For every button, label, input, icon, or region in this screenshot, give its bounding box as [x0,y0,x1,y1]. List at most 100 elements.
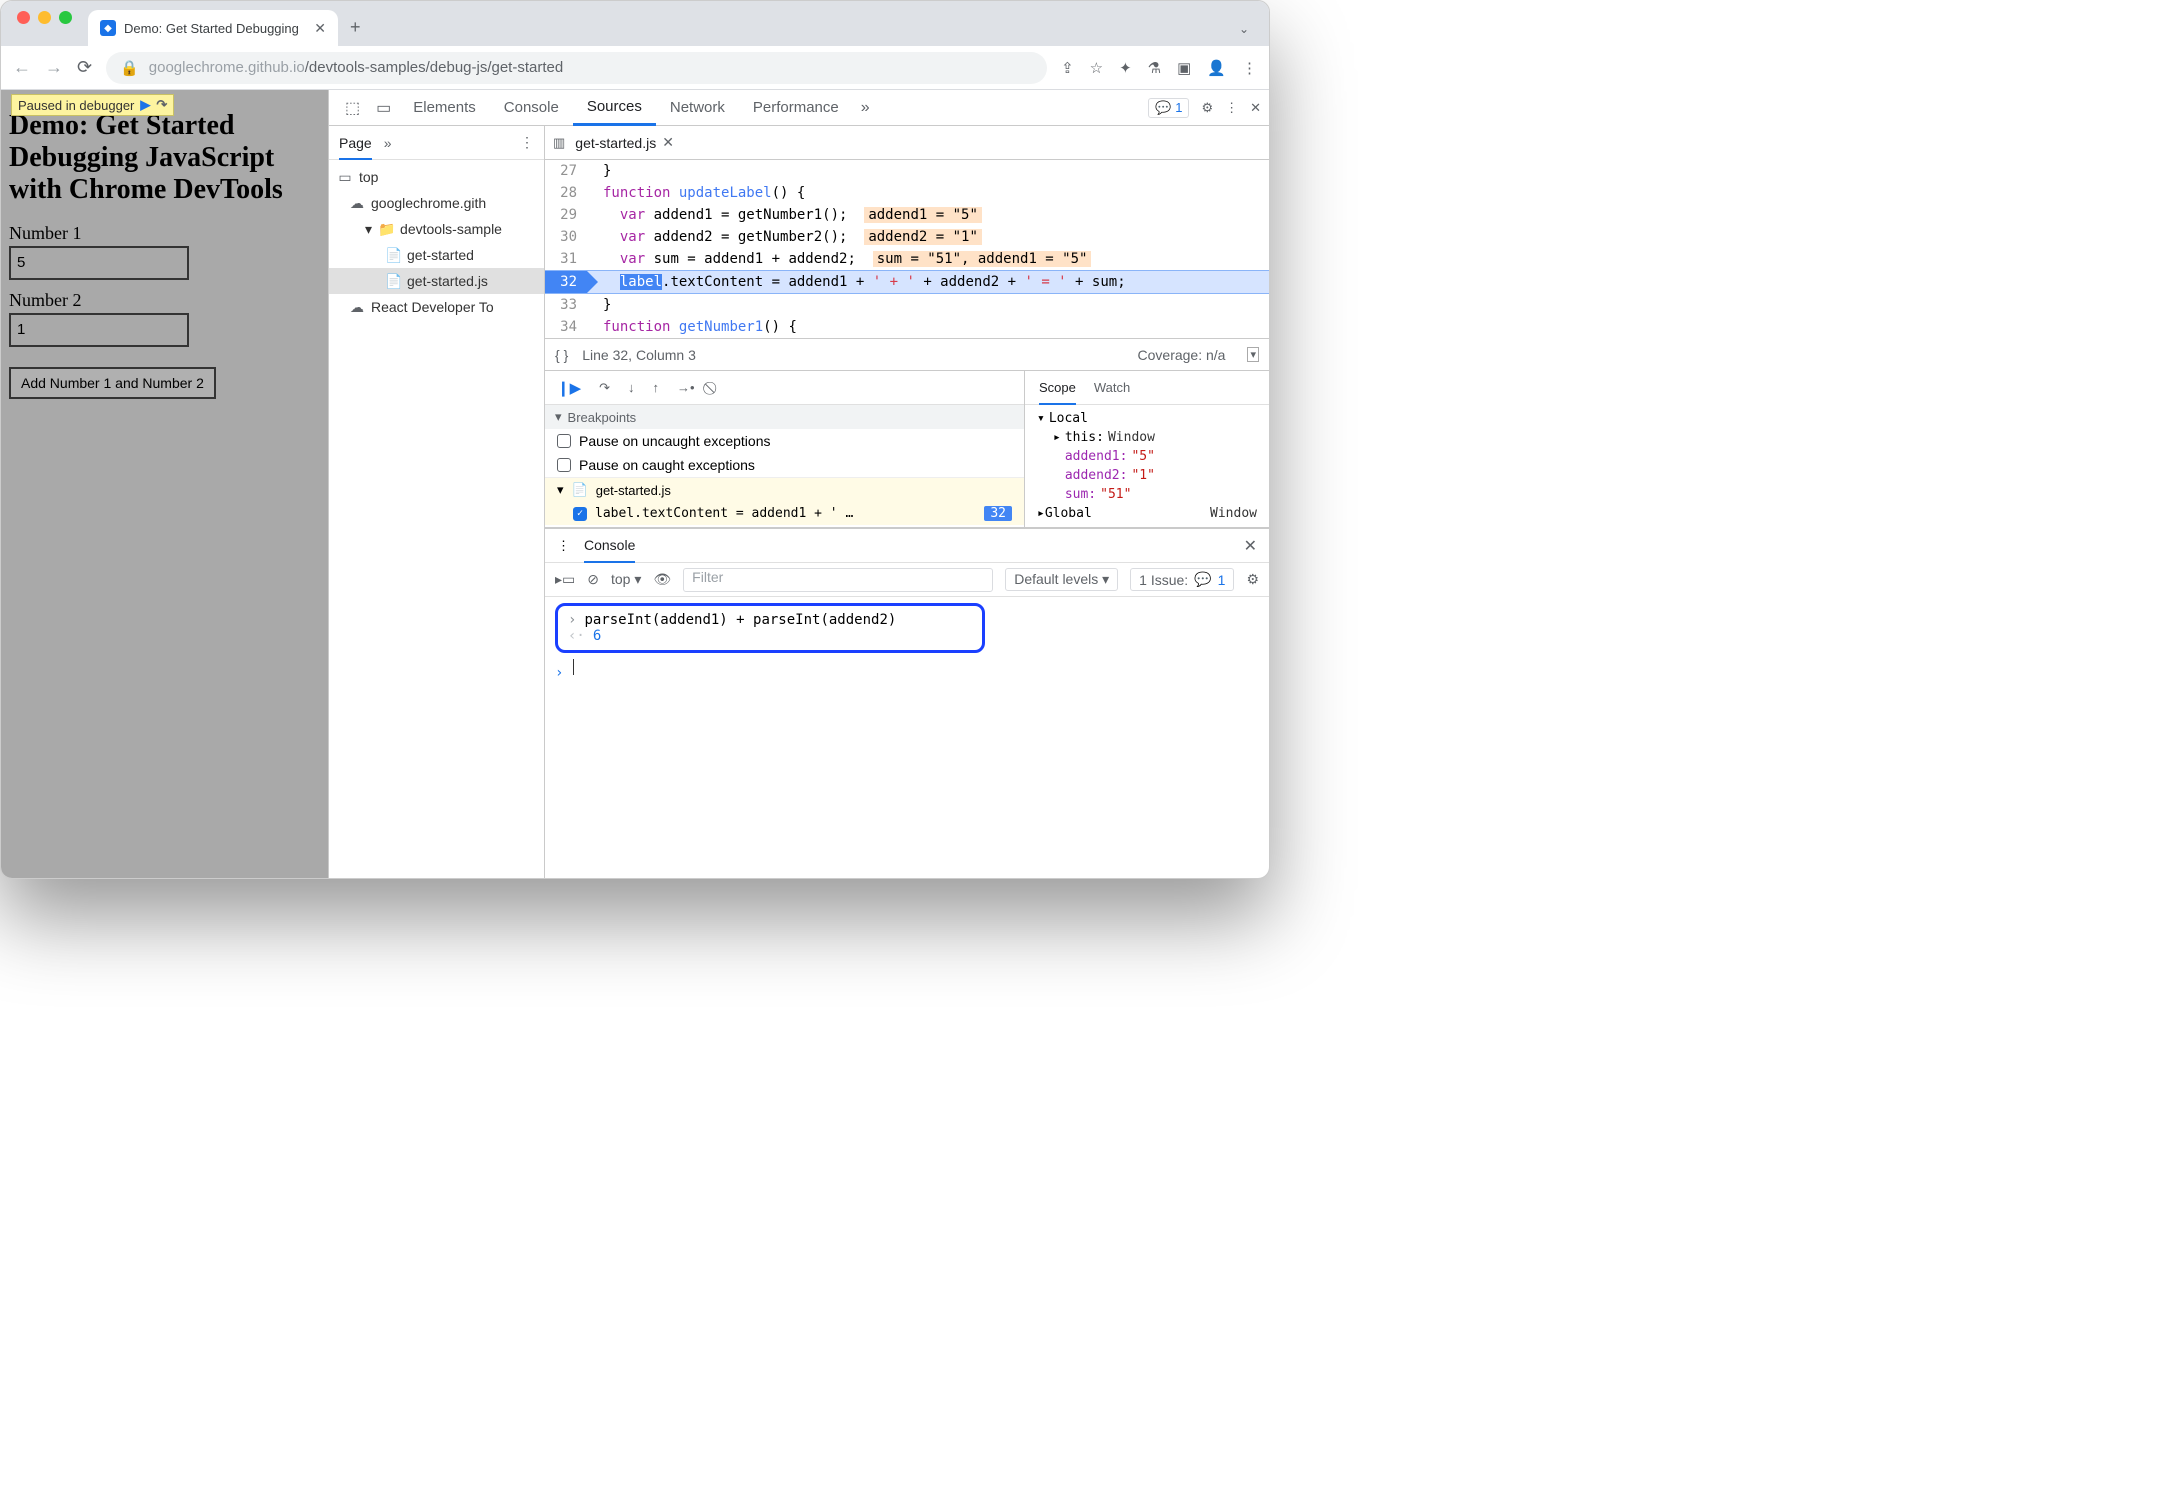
step-into-button[interactable]: ↓ [628,380,635,395]
scope-var: addend2: "1" [1025,466,1269,485]
tab-title: Demo: Get Started Debugging [124,21,306,36]
tab-console[interactable]: Console [490,90,573,126]
file-tab-name: get-started.js [575,135,656,151]
console-sidebar-icon[interactable]: ▸▭ [555,571,575,588]
device-toggle-icon[interactable]: ▭ [368,98,399,118]
window-controls [1,11,88,36]
toggle-nav-icon[interactable]: ▥ [553,135,565,151]
code-line[interactable]: 31 var sum = addend1 + addend2; sum = "5… [545,248,1269,270]
back-button[interactable]: ← [13,57,31,78]
tab-network[interactable]: Network [656,90,739,126]
step-over-icon[interactable]: ↷ [156,97,167,113]
bookmark-icon[interactable]: ☆ [1090,59,1103,77]
menu-icon[interactable]: ⋮ [1242,59,1257,77]
breakpoint-entry[interactable]: ✓label.textContent = addend1 + ' …32 [545,502,1024,525]
profile-icon[interactable]: 👤 [1207,59,1226,77]
console-output-line: ‹·6 [568,628,972,644]
issues-button[interactable]: 1 Issue: 💬1 [1130,568,1234,591]
maximize-window[interactable] [59,11,72,24]
coverage-toggle-icon[interactable]: ▾ [1247,347,1259,362]
close-file-icon[interactable]: ✕ [662,134,674,151]
minimize-window[interactable] [38,11,51,24]
code-line[interactable]: 28function updateLabel() { [545,182,1269,204]
url-text: googlechrome.github.io/devtools-samples/… [149,59,563,76]
code-line[interactable]: 27} [545,160,1269,182]
close-window[interactable] [17,11,30,24]
browser-tab[interactable]: ◆ Demo: Get Started Debugging ✕ [88,10,338,46]
code-editor[interactable]: 27}28function updateLabel() {29 var adde… [545,160,1269,338]
forward-button[interactable]: → [45,57,63,78]
resume-button[interactable]: ❙▶ [557,379,581,397]
tree-folder[interactable]: ▾📁devtools-sample [329,216,544,242]
step-over-button[interactable]: ↷ [599,380,610,396]
close-console-icon[interactable]: ✕ [1244,536,1257,556]
inspect-icon[interactable]: ⬚ [337,98,368,118]
console-highlight: ›parseInt(addend1) + parseInt(addend2) ‹… [555,603,985,653]
pause-caught-checkbox[interactable]: Pause on caught exceptions [545,453,1024,477]
reload-button[interactable]: ⟳ [77,57,92,78]
pretty-print-icon[interactable]: { } [555,347,568,363]
devtools-menu-icon[interactable]: ⋮ [1225,100,1238,116]
url-input[interactable]: 🔒 googlechrome.github.io/devtools-sample… [106,52,1047,84]
more-tabs-icon[interactable]: » [853,99,878,117]
console-drawer: ⋮ Console ✕ ▸▭ ⊘ top ▾ 👁 Filter Default … [545,527,1269,687]
navigator-menu-icon[interactable]: ⋮ [520,134,534,151]
code-line[interactable]: 29 var addend1 = getNumber1(); addend1 =… [545,204,1269,226]
code-line[interactable]: 32 label.textContent = addend1 + ' + ' +… [545,270,1269,294]
console-settings-icon[interactable]: ⚙ [1246,571,1259,588]
console-prompt[interactable]: › [555,653,1259,681]
tab-list-caret-icon[interactable]: ⌄ [1219,22,1269,46]
breakpoint-file[interactable]: ▾ 📄get-started.js [545,477,1024,502]
console-filter-input[interactable]: Filter [683,568,993,592]
navigator-tab-page[interactable]: Page [339,135,372,160]
close-devtools-icon[interactable]: ✕ [1250,100,1261,116]
number1-input[interactable] [9,246,189,280]
log-levels-selector[interactable]: Default levels ▾ [1005,568,1118,591]
issues-badge[interactable]: 💬 1 [1148,98,1189,118]
scope-local[interactable]: ▾Local [1025,409,1269,428]
live-expression-icon[interactable]: 👁 [653,571,671,588]
scope-var: addend1: "5" [1025,447,1269,466]
extensions-icon[interactable]: ✦ [1119,59,1132,77]
tree-extension[interactable]: ☁React Developer To [329,294,544,320]
breakpoints-header[interactable]: ▾ Breakpoints [545,405,1024,429]
tree-domain[interactable]: ☁googlechrome.gith [329,190,544,216]
demo-page: Paused in debugger ▶ ↷ Demo: Get Started… [1,90,328,878]
console-menu-icon[interactable]: ⋮ [557,538,570,554]
tree-top[interactable]: ▭top [329,164,544,190]
new-tab-button[interactable]: + [338,17,373,46]
context-selector[interactable]: top ▾ [611,571,641,588]
watch-tab[interactable]: Watch [1094,380,1130,395]
navigator-more-icon[interactable]: » [384,135,392,151]
cursor-position: Line 32, Column 3 [582,347,696,363]
code-line[interactable]: 30 var addend2 = getNumber2(); addend2 =… [545,226,1269,248]
add-button[interactable]: Add Number 1 and Number 2 [9,367,216,399]
code-line[interactable]: 34function getNumber1() { [545,316,1269,338]
clear-console-icon[interactable]: ⊘ [587,571,599,588]
number2-input[interactable] [9,313,189,347]
scope-global[interactable]: ▸GlobalWindow [1025,504,1269,523]
share-icon[interactable]: ⇪ [1061,59,1074,77]
tree-file-html[interactable]: 📄get-started [329,242,544,268]
console-tab[interactable]: Console [584,537,635,563]
tree-file-js[interactable]: 📄get-started.js [329,268,544,294]
step-out-button[interactable]: ↑ [653,380,660,395]
side-panel-icon[interactable]: ▣ [1177,59,1191,77]
scope-this[interactable]: ▸this: Window [1025,428,1269,447]
tab-sources[interactable]: Sources [573,90,656,126]
scope-tab[interactable]: Scope [1039,380,1076,405]
pause-uncaught-checkbox[interactable]: Pause on uncaught exceptions [545,429,1024,453]
settings-gear-icon[interactable]: ⚙ [1201,100,1213,116]
editor-tab-bar: ▥ get-started.js ✕ [545,126,1269,160]
browser-tab-strip: ◆ Demo: Get Started Debugging ✕ + ⌄ [1,1,1269,46]
labs-icon[interactable]: ⚗ [1148,59,1161,77]
tab-performance[interactable]: Performance [739,90,853,126]
number2-label: Number 2 [9,290,320,311]
resume-icon[interactable]: ▶ [140,97,150,113]
tab-elements[interactable]: Elements [399,90,490,126]
code-line[interactable]: 33} [545,294,1269,316]
file-tab[interactable]: get-started.js ✕ [575,134,674,151]
close-tab-icon[interactable]: ✕ [314,20,326,37]
paused-label: Paused in debugger [18,98,134,113]
step-button[interactable]: →• [677,380,695,395]
